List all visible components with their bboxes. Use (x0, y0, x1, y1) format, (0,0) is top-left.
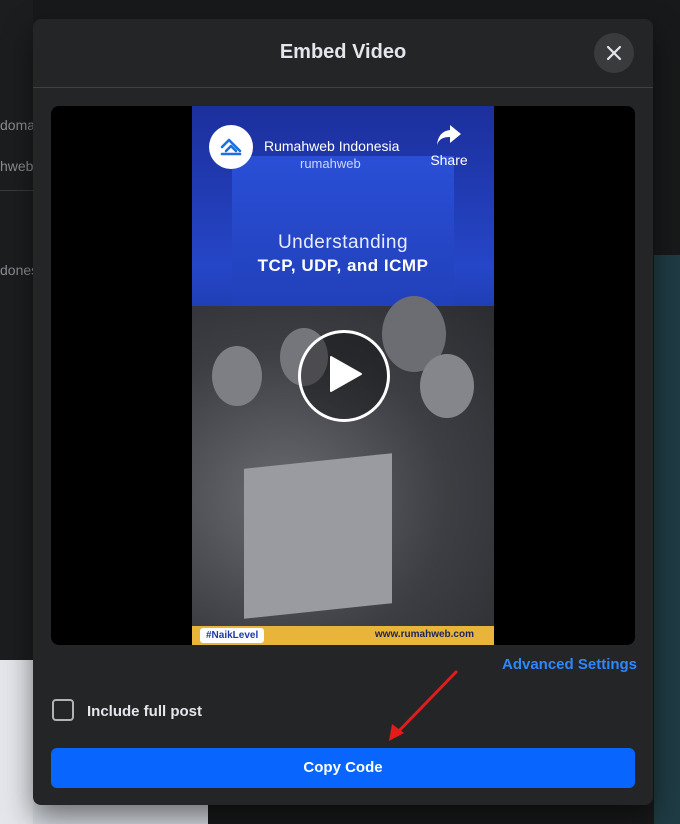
poster-box (244, 453, 392, 619)
background-text: doma (0, 117, 36, 133)
close-icon (606, 45, 622, 61)
include-full-post-label[interactable]: Include full post (87, 703, 202, 720)
include-full-post-checkbox[interactable] (52, 699, 74, 721)
dialog-header: Embed Video (33, 19, 653, 88)
site-url: www.rumahweb.com (374, 629, 474, 640)
share-arrow-icon (437, 125, 461, 145)
video-subheadline: TCP, UDP, and ICMP (257, 256, 429, 275)
share-label: Share (430, 152, 468, 168)
video-preview: Rumahweb Indonesia rumahweb Share Unders… (51, 106, 635, 645)
embed-video-dialog: Embed Video Rumahweb Indonesia rumahweb … (33, 19, 653, 805)
poster-footer: #NaikLevel www.rumahweb.com (192, 626, 494, 645)
share-button[interactable]: Share (424, 124, 474, 174)
advanced-settings-link[interactable]: Advanced Settings (502, 656, 637, 673)
close-button[interactable] (594, 33, 634, 73)
hashtag: #NaikLevel (200, 628, 265, 643)
background-thumbnail (0, 660, 33, 824)
background-divider (0, 190, 33, 191)
play-icon (330, 356, 362, 392)
channel-name[interactable]: Rumahweb Indonesia (264, 138, 399, 154)
background-panel (654, 255, 680, 824)
rumahweb-logo-icon (220, 138, 242, 156)
dialog-title: Embed Video (279, 41, 407, 63)
brand-mark: rumahweb (300, 156, 361, 171)
play-button[interactable] (298, 330, 390, 422)
video-thumbnail: Rumahweb Indonesia rumahweb Share Unders… (192, 106, 494, 645)
background-text: hweb (0, 158, 34, 174)
copy-code-button[interactable]: Copy Code (51, 748, 635, 788)
video-headline: Understanding (277, 232, 409, 253)
channel-avatar[interactable] (209, 125, 253, 169)
